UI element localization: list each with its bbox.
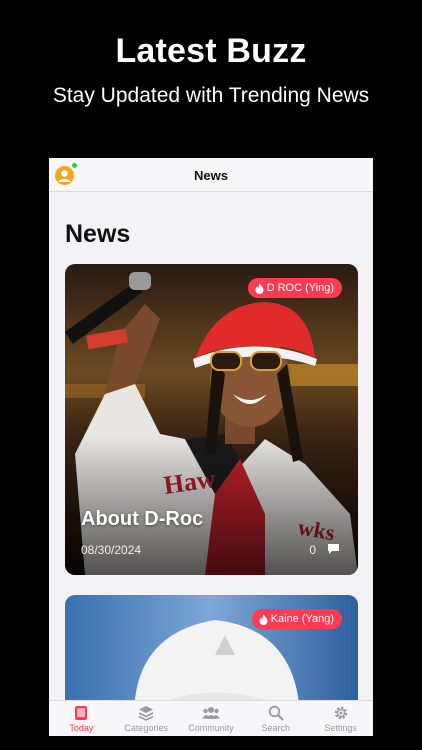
tag-badge[interactable]: Kaine (Yang)	[251, 609, 342, 629]
nav-title: News	[194, 168, 228, 183]
people-icon	[201, 707, 220, 719]
comment-icon[interactable]	[327, 543, 340, 555]
tab-bar: Today Categories Community Search Settin…	[49, 700, 373, 736]
article-card[interactable]: Haw wks	[65, 264, 358, 575]
nav-bar: News	[49, 158, 373, 192]
fire-icon	[259, 613, 268, 625]
tag-label: Kaine (Yang)	[270, 613, 334, 625]
tab-community[interactable]: Community	[179, 701, 244, 736]
fire-icon	[255, 282, 264, 294]
phone-screen: News News H	[49, 158, 373, 736]
tag-label: D ROC (Ying)	[266, 282, 334, 294]
article-title[interactable]: About D-Roc	[81, 508, 203, 531]
tab-label: Search	[261, 723, 291, 733]
tab-label: Today	[69, 723, 94, 733]
today-icon	[75, 706, 88, 720]
promo-title: Latest Buzz	[115, 32, 307, 70]
article-date: 08/30/2024	[81, 543, 142, 557]
tab-label: Community	[188, 723, 234, 733]
tab-label: Categories	[124, 723, 168, 733]
stack-icon	[138, 706, 154, 721]
promo-subtitle: Stay Updated with Trending News	[52, 84, 370, 107]
tag-badge[interactable]: D ROC (Ying)	[247, 278, 342, 298]
comment-count: 0	[309, 543, 316, 557]
tab-label: Settings	[324, 723, 357, 733]
tab-categories[interactable]: Categories	[114, 701, 179, 736]
search-icon	[268, 705, 284, 721]
tab-today[interactable]: Today	[49, 701, 114, 736]
tab-search[interactable]: Search	[243, 701, 308, 736]
page-title: News	[65, 220, 131, 248]
gear-icon	[334, 706, 347, 720]
tab-settings[interactable]: Settings	[308, 701, 373, 736]
